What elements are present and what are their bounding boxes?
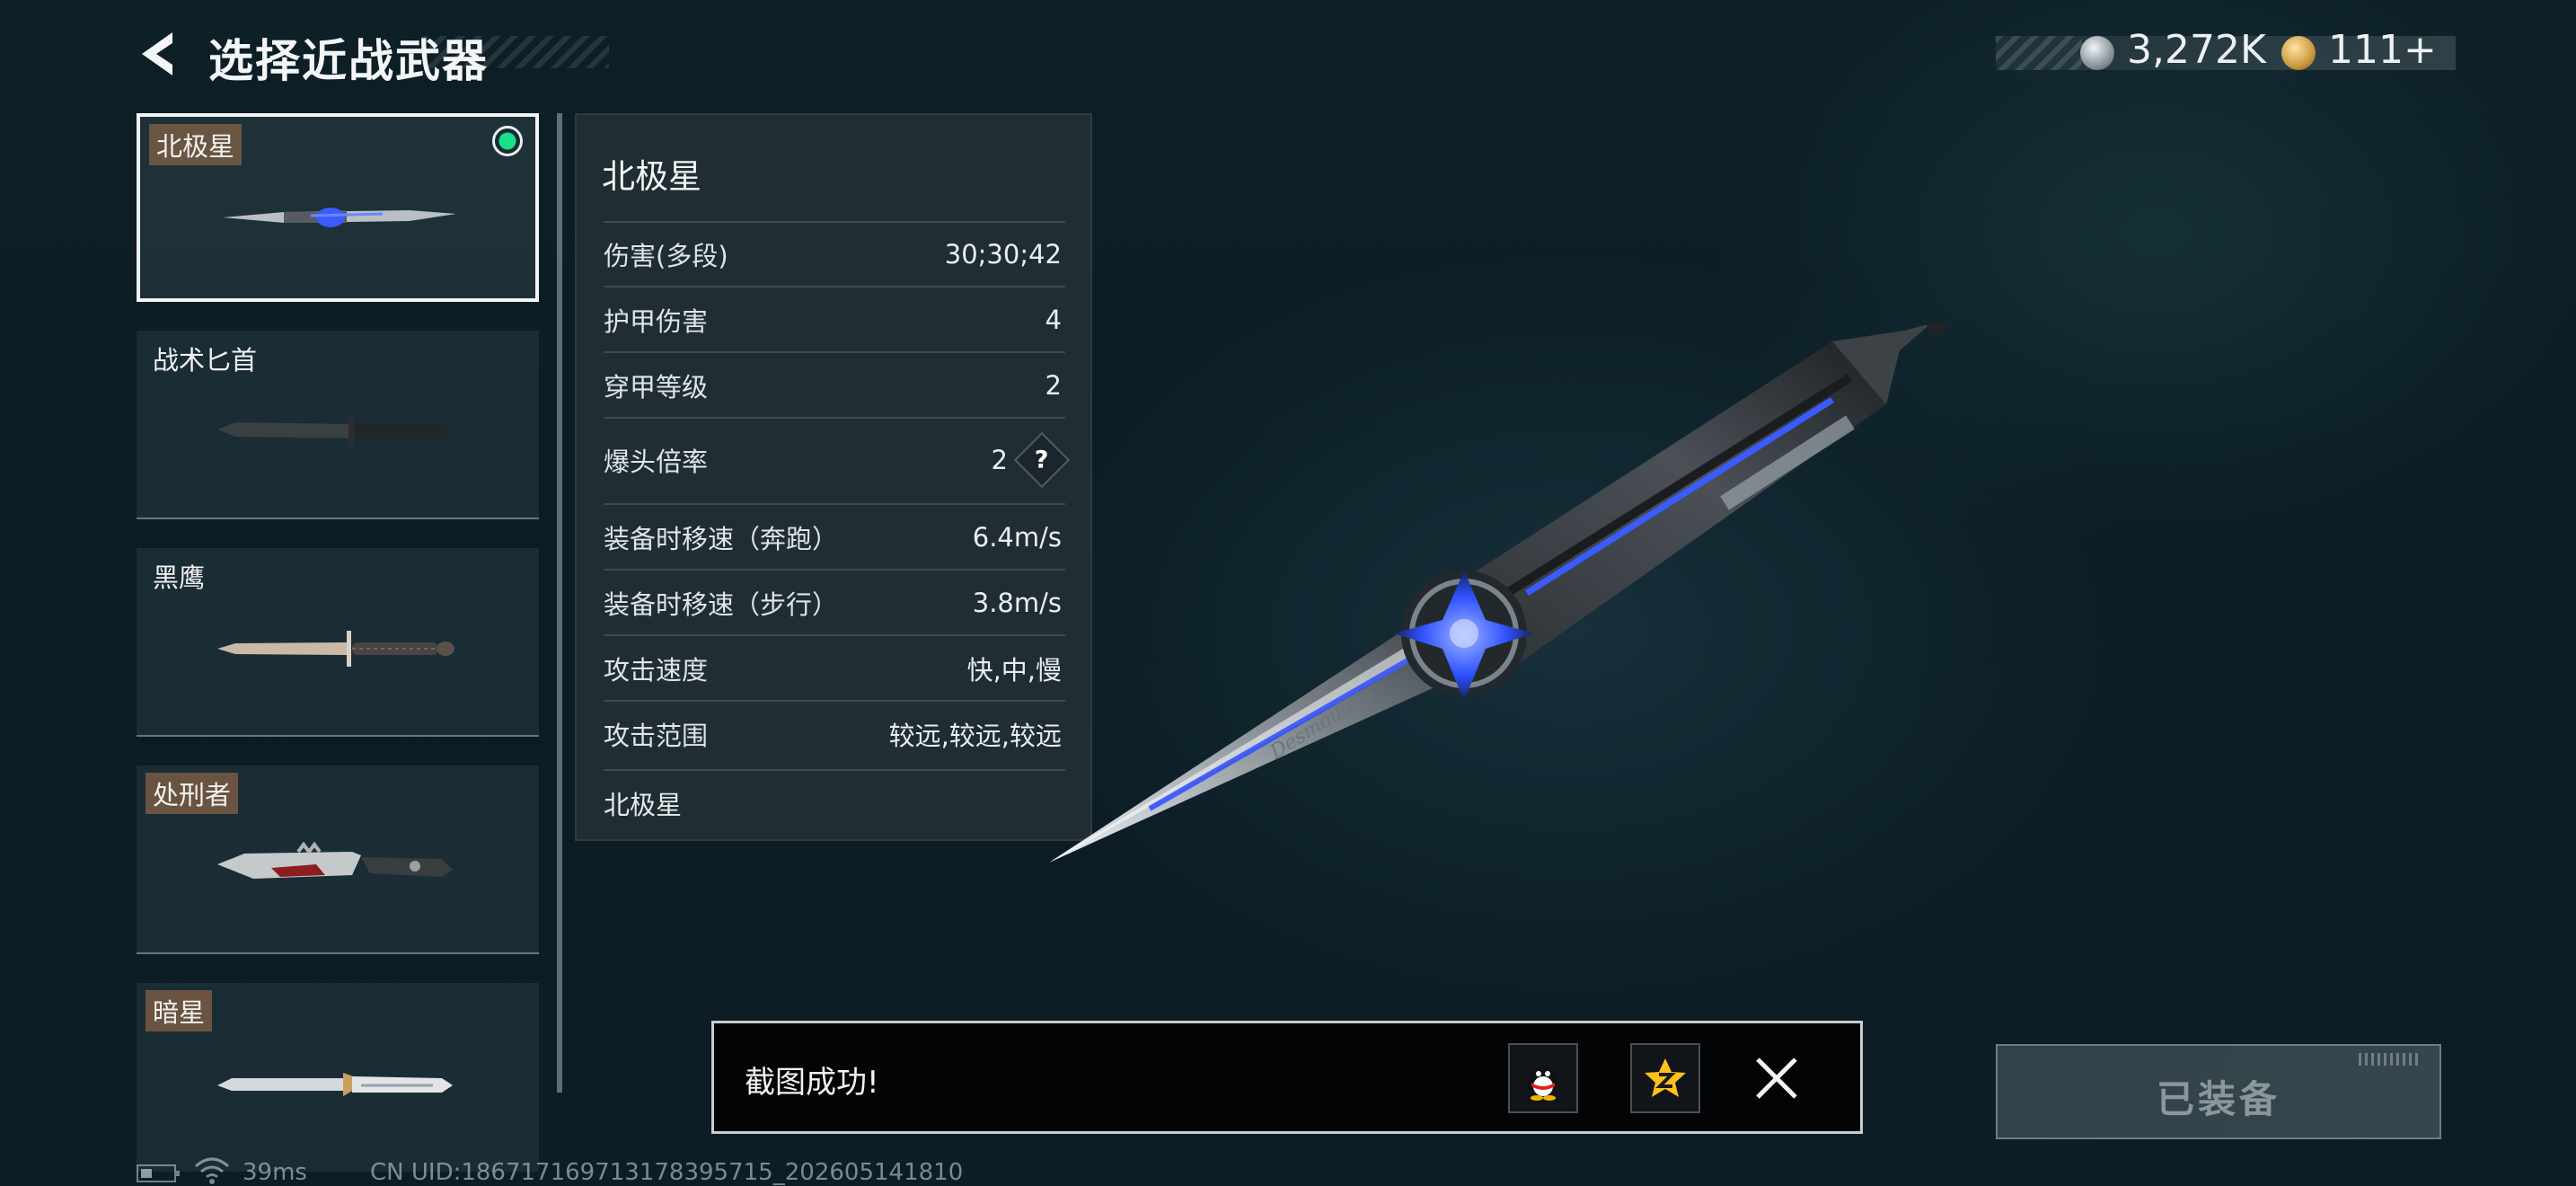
weapon-card-label: 北极星 — [149, 124, 243, 165]
stats-divider — [604, 634, 1065, 636]
weapon-card-label: 黑鹰 — [153, 562, 206, 593]
qzone-share-icon — [1645, 1058, 1686, 1097]
stats-weapon-name: 北极星 — [602, 157, 701, 196]
stats-divider — [604, 700, 1065, 702]
stat-row-damage: 伤害(多段) 30;30;42 — [604, 223, 1062, 286]
toast-message: 截图成功! — [745, 1065, 879, 1101]
stat-row-run-speed: 装备时移速（奔跑） 6.4m/s — [604, 506, 1062, 569]
currency-decoration — [1996, 36, 2082, 70]
weapon-card-label: 处刑者 — [146, 773, 239, 814]
stats-divider — [604, 351, 1065, 353]
equipped-indicator-icon — [492, 126, 523, 156]
title-decoration — [422, 36, 609, 68]
weapon-thumbnail — [217, 415, 449, 447]
weapon-card-heiying[interactable]: 黑鹰 — [137, 548, 539, 737]
screenshot-toast: 截图成功! — [711, 1021, 1863, 1134]
stat-value: 30;30;42 — [944, 239, 1062, 270]
close-icon[interactable] — [1747, 1049, 1806, 1108]
qq-share-icon — [1529, 1067, 1557, 1101]
ping-value: 39ms — [243, 1159, 307, 1186]
weapon-description: 北极星 — [604, 790, 683, 820]
stat-label: 爆头倍率 — [604, 447, 709, 477]
back-arrow-icon[interactable] — [133, 27, 187, 81]
stat-row-attack-speed: 攻击速度 快,中,慢 — [604, 637, 1062, 700]
silver-coin-icon — [2080, 36, 2114, 70]
stat-label: 装备时移速（步行） — [604, 589, 839, 620]
weapon-thumbnail — [217, 841, 453, 879]
weapon-preview-image[interactable]: Desmoulins — [1042, 323, 1976, 881]
weapon-stats-panel: 北极星 伤害(多段) 30;30;42 护甲伤害 4 穿甲等级 2 爆头倍率 2… — [575, 113, 1092, 841]
stats-divider — [604, 769, 1065, 771]
user-uid: CN UID:186717169713178395715_20260514181… — [370, 1159, 964, 1186]
gold-currency-value[interactable]: 111+ — [2328, 27, 2437, 73]
stats-divider — [604, 503, 1065, 505]
equipped-button-label: 已装备 — [2156, 1077, 2280, 1121]
silver-currency-value: 3,272K — [2127, 27, 2266, 73]
stat-row-headshot: 爆头倍率 2 ? — [604, 425, 1071, 495]
gold-coin-icon — [2281, 36, 2316, 70]
stat-label: 穿甲等级 — [604, 372, 709, 403]
stat-label: 护甲伤害 — [604, 306, 709, 337]
stats-divider — [604, 569, 1065, 571]
card-divider — [137, 735, 539, 737]
stats-divider — [604, 417, 1065, 419]
stat-row-walk-speed: 装备时移速（步行） 3.8m/s — [604, 571, 1062, 634]
weapon-card-zhanshubishou[interactable]: 战术匕首 — [137, 331, 539, 519]
weapon-list[interactable]: 北极星 战术匕首 黑鹰 处刑者 暗星 — [137, 113, 539, 1172]
weapon-card-chuxingzhe[interactable]: 处刑者 — [137, 766, 539, 954]
stat-value: 2 — [991, 445, 1008, 475]
stat-label: 装备时移速（奔跑） — [604, 524, 839, 554]
list-scrollbar[interactable] — [557, 113, 562, 1093]
qzone-share-button[interactable] — [1630, 1043, 1700, 1113]
stat-label: 攻击范围 — [604, 721, 709, 751]
button-decoration — [2359, 1053, 2422, 1066]
weapon-thumbnail — [217, 1073, 453, 1096]
stat-row-armor-damage: 护甲伤害 4 — [604, 288, 1062, 351]
weapon-card-label: 暗星 — [146, 990, 213, 1031]
card-divider — [137, 518, 539, 519]
weapon-thumbnail — [217, 631, 454, 667]
stat-label: 攻击速度 — [604, 655, 709, 686]
stat-value: 较远,较远,较远 — [888, 721, 1062, 751]
stat-row-penetration: 穿甲等级 2 — [604, 354, 1062, 417]
stat-label: 伤害(多段) — [604, 241, 728, 271]
wifi-icon — [195, 1157, 229, 1184]
stat-row-attack-range: 攻击范围 较远,较远,较远 — [604, 703, 1062, 766]
weapon-card-label: 战术匕首 — [153, 345, 258, 376]
weapon-card-beijixing[interactable]: 北极星 — [137, 113, 539, 302]
weapon-thumbnail — [223, 208, 456, 227]
stats-divider — [604, 286, 1065, 288]
card-divider — [137, 952, 539, 954]
equipped-button[interactable]: 已装备 — [1996, 1044, 2441, 1139]
weapon-card-anxing[interactable]: 暗星 — [137, 983, 539, 1172]
qq-share-button[interactable] — [1508, 1043, 1578, 1113]
battery-icon — [137, 1164, 180, 1182]
